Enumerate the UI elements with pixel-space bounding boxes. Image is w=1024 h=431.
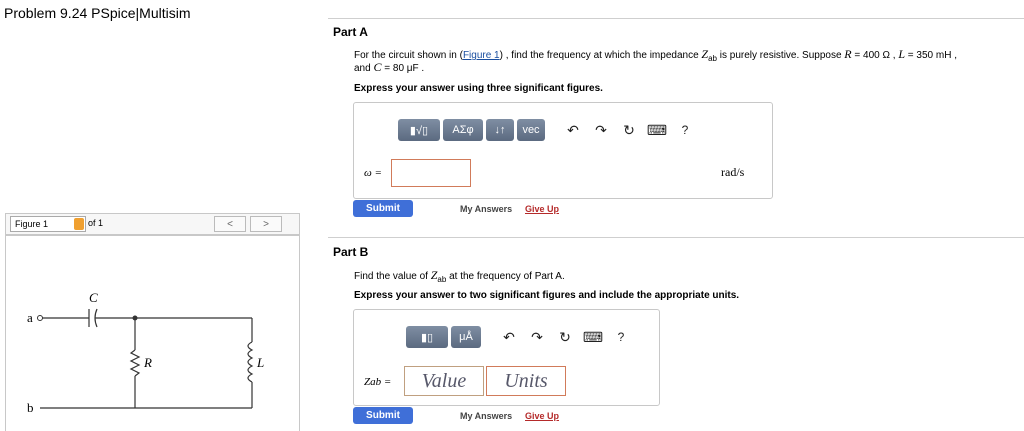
vector-button[interactable]: vec (517, 119, 545, 141)
part-a-instruction: Express your answer using three signific… (354, 83, 603, 94)
value-input[interactable]: Value (404, 366, 484, 396)
keyboard-icon[interactable]: ⌨ (643, 122, 671, 139)
part-a-divider (328, 18, 1024, 19)
circuit-diagram: a b C R L (27, 290, 264, 415)
redo-icon[interactable]: ↷ (587, 122, 615, 139)
resistor-label: R (143, 355, 152, 370)
part-a-toolbar: ▮√▯ ΑΣφ ↓↑ vec ↶ ↷ ↻ ⌨ ? (398, 119, 699, 141)
units-button[interactable]: μÅ (451, 326, 481, 348)
reset-icon[interactable]: ↻ (615, 122, 643, 139)
capacitor-label: C (89, 290, 98, 305)
prompt-text: Find the value of (354, 271, 431, 282)
keyboard-icon[interactable]: ⌨ (579, 329, 607, 346)
node-a-terminal (37, 315, 43, 321)
part-b-divider (328, 237, 1024, 238)
templates-button[interactable]: ▮√▯ (398, 119, 440, 141)
junction-dot (132, 315, 138, 321)
r-value: = 400 Ω , (851, 50, 899, 61)
prompt-text: is purely resistive. Suppose (717, 50, 845, 61)
omega-label: ω = (364, 167, 382, 179)
l-value: = 350 mH , (905, 50, 957, 61)
undo-icon[interactable]: ↶ (495, 329, 523, 346)
redo-icon[interactable]: ↷ (523, 329, 551, 346)
undo-icon[interactable]: ↶ (559, 122, 587, 139)
part-a-give-up-link[interactable]: Give Up (525, 204, 559, 214)
resistor (129, 349, 141, 377)
node-a-label: a (27, 310, 33, 325)
help-icon[interactable]: ? (671, 123, 699, 137)
units-label: rad/s (721, 165, 745, 179)
help-icon[interactable]: ? (607, 330, 635, 344)
arrows-button[interactable]: ↓↑ (486, 119, 514, 141)
prompt-text: at the frequency of Part A. (446, 271, 565, 282)
prompt-text: ) , find the frequency at which the impe… (499, 50, 702, 61)
inductor (247, 341, 254, 383)
part-b-instruction: Express your answer to two significant f… (354, 290, 740, 301)
part-b-toolbar: ▮▯ μÅ ↶ ↷ ↻ ⌨ ? (406, 326, 635, 348)
part-b-prompt: Find the value of Zab at the frequency o… (354, 268, 565, 284)
reset-icon[interactable]: ↻ (551, 329, 579, 346)
c-value: = 80 μF . (381, 63, 425, 74)
part-b-my-answers-link[interactable]: My Answers (460, 411, 512, 421)
prompt-text: and (354, 63, 374, 74)
r-symbol: R (844, 47, 852, 61)
l-symbol: L (898, 47, 905, 61)
units-input[interactable]: Units (486, 366, 566, 396)
node-b-label: b (27, 400, 34, 415)
templates-button[interactable]: ▮▯ (406, 326, 448, 348)
greek-symbols-button[interactable]: ΑΣφ (443, 119, 483, 141)
z-subscript: ab (437, 275, 447, 284)
part-b-label: Part B (333, 245, 369, 259)
z-subscript: ab (708, 54, 718, 63)
zab-label: Zab = (364, 376, 392, 388)
omega-answer-input[interactable] (391, 159, 471, 187)
part-a-my-answers-link[interactable]: My Answers (460, 204, 512, 214)
part-b-submit-button[interactable]: Submit (353, 407, 413, 424)
part-b-give-up-link[interactable]: Give Up (525, 411, 559, 421)
part-a-prompt: For the circuit shown in (Figure 1) , fi… (354, 47, 1024, 63)
part-a-label: Part A (333, 25, 368, 39)
figure-1-link[interactable]: Figure 1 (463, 50, 500, 61)
inductor-label: L (256, 355, 264, 370)
part-a-prompt-line2: and C = 80 μF . (354, 60, 424, 75)
part-a-submit-button[interactable]: Submit (353, 200, 413, 217)
